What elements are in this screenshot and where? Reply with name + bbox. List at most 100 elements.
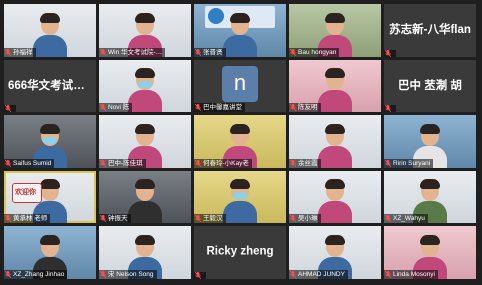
participant-name-label: Novi 陈	[99, 103, 133, 112]
participant-tile[interactable]: XZ_Zhang Jinhao	[4, 226, 96, 279]
participant-name: 陈友明	[298, 104, 318, 111]
participant-video-feed	[33, 12, 67, 57]
participant-name-label: 何春玲-小Kay老	[194, 158, 252, 168]
muted-mic-icon	[5, 270, 11, 278]
participant-video-feed	[318, 68, 352, 112]
muted-mic-icon	[5, 105, 11, 112]
muted-mic-icon	[195, 159, 201, 167]
participant-tile[interactable]: 欢迎你 黄承林 老师	[4, 170, 96, 223]
muted-mic-icon	[195, 104, 201, 111]
welcome-sign-text: 欢迎你	[15, 188, 36, 196]
participant-name-label	[194, 271, 206, 279]
participant-tile[interactable]: XZ_Wahyu	[384, 170, 476, 223]
participant-display-name: 666华文考试院-…	[8, 79, 96, 92]
participant-tile[interactable]: 孙福祥	[4, 4, 96, 57]
participant-name-label: XZ_Zhang Jinhao	[4, 269, 68, 279]
participant-display-name: 巴中 苤淛 胡	[398, 79, 462, 92]
participant-name: 宋 Nelson Song	[108, 270, 154, 278]
participant-name-label	[4, 105, 16, 112]
participant-tile[interactable]: 何春玲-小Kay老	[194, 115, 286, 168]
participant-tile[interactable]: 巴中-陈佳琪	[99, 115, 191, 168]
muted-mic-icon	[385, 215, 391, 222]
participant-name-label: 黄承林 老师	[4, 214, 51, 223]
muted-mic-icon	[195, 48, 201, 56]
muted-mic-icon	[290, 270, 296, 278]
muted-mic-icon	[385, 159, 391, 167]
muted-mic-icon	[195, 215, 201, 222]
participant-tile[interactable]: 余丝霞	[289, 115, 381, 168]
participant-name-label: 吴小琳	[289, 214, 321, 223]
muted-mic-icon	[100, 48, 106, 56]
muted-mic-icon	[100, 215, 106, 222]
participant-name-label: 巴中-陈佳琪	[99, 158, 146, 168]
muted-mic-icon	[290, 159, 296, 167]
participant-tile[interactable]: 吴小琳	[289, 170, 381, 223]
participant-name: 何春玲-小Kay老	[203, 159, 249, 167]
participant-tile[interactable]: Linda Mosonyi	[384, 226, 476, 279]
participant-name: Saifus Sumid	[13, 159, 52, 167]
participant-name: 钟振天	[108, 215, 128, 222]
participant-name: 巴中馨嘉讲堂	[203, 104, 242, 111]
muted-mic-icon	[290, 48, 296, 56]
participant-name-label: 陈友明	[289, 103, 321, 112]
participant-name: 张晋贤	[203, 48, 223, 56]
participant-video-feed	[128, 179, 162, 223]
muted-mic-icon	[195, 271, 201, 279]
muted-mic-icon	[5, 48, 11, 56]
participant-tile[interactable]: 张晋贤	[194, 4, 286, 57]
logo-emblem	[208, 8, 224, 24]
participant-name: Bau hongyan	[298, 48, 337, 56]
participant-video-feed	[318, 123, 352, 168]
participant-tile[interactable]: 巴中 苤淛 胡	[384, 59, 476, 112]
participant-tile[interactable]: Bau hongyan	[289, 4, 381, 57]
participant-tile[interactable]: Saifus Sumid	[4, 115, 96, 168]
participant-name-label: Linda Mosonyi	[384, 269, 438, 279]
participant-name: 黄承林 老师	[13, 215, 48, 222]
participant-name: 余丝霞	[298, 159, 318, 167]
participant-tile[interactable]: Novi 陈	[99, 59, 191, 112]
muted-mic-icon	[290, 104, 296, 111]
participant-name: Linda Mosonyi	[393, 270, 435, 278]
participant-tile[interactable]: 苏志新-八华flan	[384, 4, 476, 57]
participant-name-label: 余丝霞	[289, 158, 321, 168]
welcome-sign: 欢迎你	[12, 182, 42, 203]
participant-display-name: 苏志新-八华flan	[389, 24, 471, 37]
participant-name: 巴中-陈佳琪	[108, 159, 143, 167]
participant-name-label: 孙福祥	[4, 47, 36, 57]
participant-name-label: 宋 Nelson Song	[99, 269, 157, 279]
participant-tile[interactable]: 钟振天	[99, 170, 191, 223]
participant-name-label: 钟振天	[99, 214, 131, 223]
participant-name-label: 王毅汉	[194, 214, 226, 223]
muted-mic-icon	[5, 159, 11, 167]
participant-video-feed	[223, 12, 257, 57]
participant-video-feed	[128, 68, 162, 112]
participant-tile[interactable]: 宋 Nelson Song	[99, 226, 191, 279]
participant-name-label: Bau hongyan	[289, 47, 340, 57]
participant-name-label	[384, 105, 396, 112]
muted-mic-icon	[100, 159, 106, 167]
participant-tile[interactable]: n 巴中馨嘉讲堂	[194, 59, 286, 112]
participant-tile[interactable]: 王毅汉	[194, 170, 286, 223]
participant-name: AHMAD JUNDY	[298, 270, 345, 278]
participant-name: 吴小琳	[298, 215, 318, 222]
participant-name: Ririn Suryani	[393, 159, 431, 167]
participant-name-label: Win 华文考试院-…	[99, 47, 166, 57]
muted-mic-icon	[385, 49, 391, 57]
participant-name-label: 巴中馨嘉讲堂	[194, 103, 245, 112]
participant-name-label	[384, 49, 396, 57]
participant-name: 孙福祥	[13, 48, 33, 56]
participant-name: XZ_Wahyu	[393, 215, 425, 222]
participant-gallery: 孙福祥 Win 华文考试院-… 张晋贤 Bau hongyan 苏志新-八华flan 66…	[4, 4, 480, 282]
participant-tile[interactable]: Win 华文考试院-…	[99, 4, 191, 57]
participant-tile[interactable]: Ricky zheng	[194, 226, 286, 279]
participant-name: 王毅汉	[203, 215, 223, 222]
participant-video-feed	[223, 179, 257, 223]
participant-name-label: Saifus Sumid	[4, 158, 55, 168]
participant-display-name: Ricky zheng	[206, 245, 274, 258]
participant-tile[interactable]: 陈友明	[289, 59, 381, 112]
participant-tile[interactable]: 666华文考试院-…	[4, 59, 96, 112]
muted-mic-icon	[5, 215, 11, 222]
participant-name-label: AHMAD JUNDY	[289, 269, 348, 279]
participant-tile[interactable]: AHMAD JUNDY	[289, 226, 381, 279]
participant-tile[interactable]: Ririn Suryani	[384, 115, 476, 168]
